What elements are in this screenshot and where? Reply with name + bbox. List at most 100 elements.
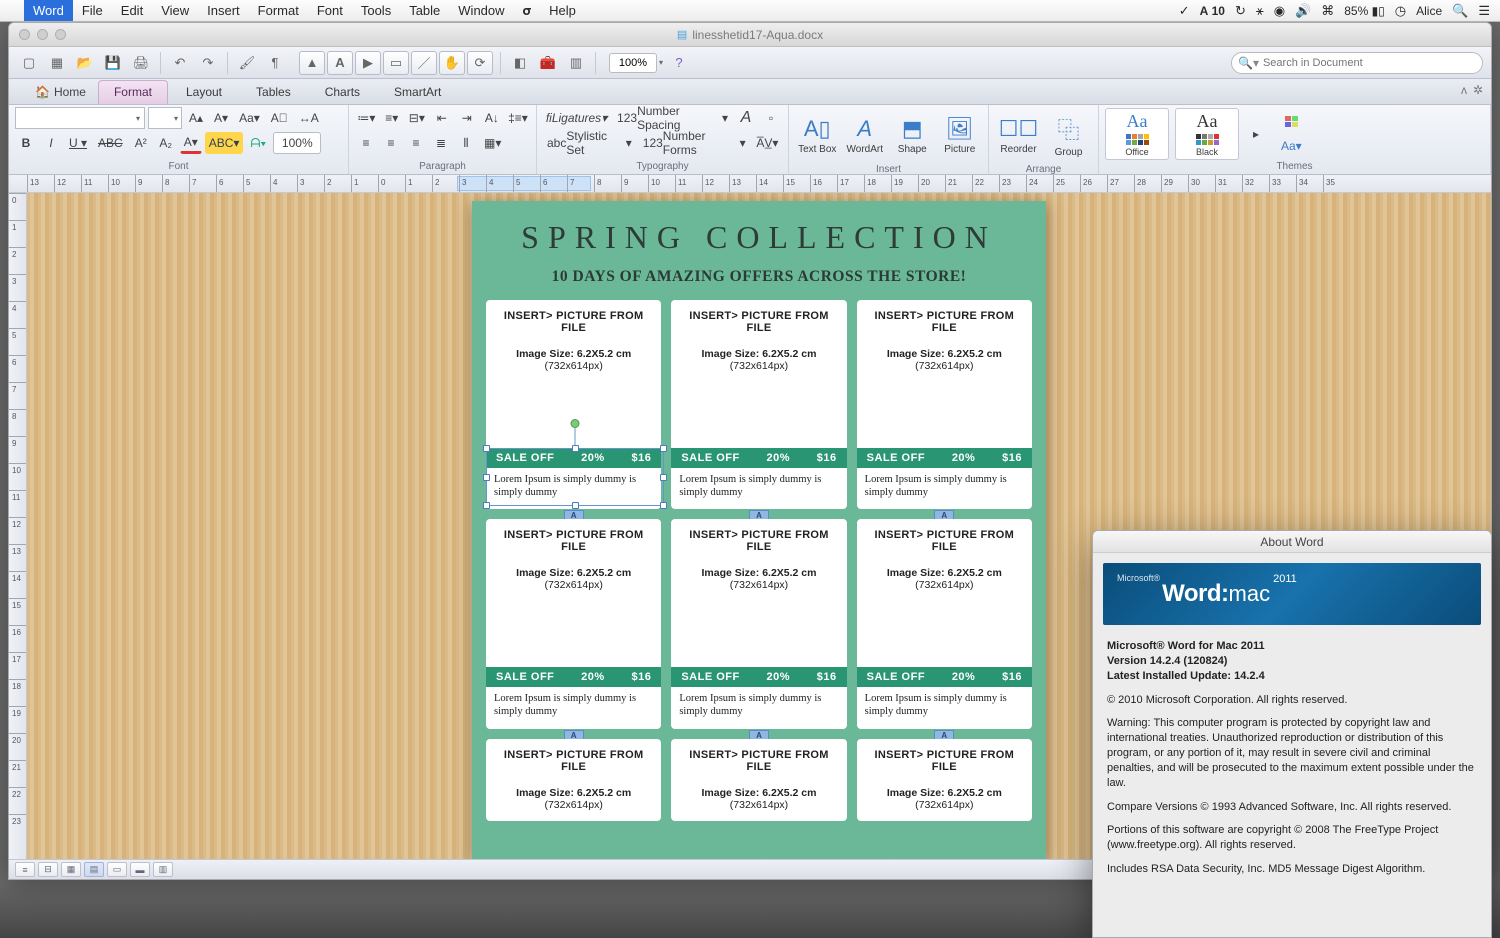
shape-tool[interactable]: ▭ [383,51,409,75]
resize-handle[interactable] [483,474,490,481]
highlight-button[interactable]: ABC▾ [205,132,244,154]
window-titlebar[interactable]: ▤ linesshetid17-Aqua.docx [9,23,1491,47]
resize-handle[interactable] [660,474,667,481]
close-button[interactable] [19,29,30,40]
toolbox-button[interactable]: 🧰 [536,51,560,75]
about-word-dialog[interactable]: About Word Microsoft® Word: mac 2011 Mic… [1092,530,1492,938]
zoom-button[interactable] [55,29,66,40]
stylistic-set-button[interactable]: abc Stylistic Set▾ [543,132,636,154]
numbering-button[interactable]: ≡▾ [381,107,403,129]
shrink-font-button[interactable]: A▾ [210,107,232,129]
menu-view[interactable]: View [152,0,198,21]
adobe-icon[interactable]: A 10 [1200,4,1225,18]
user-menu[interactable]: Alice [1416,4,1442,18]
tab-charts[interactable]: Charts [309,80,376,104]
underline-button[interactable]: U ▾ [65,132,91,154]
ribbon-settings[interactable]: ✲ [1473,83,1483,97]
theme-fonts-button[interactable]: Aa▾ [1277,135,1306,157]
reorder-button[interactable]: ☐☐Reorder [995,107,1042,163]
hand-tool[interactable]: ✋ [439,51,465,75]
shading-button[interactable]: ▦▾ [480,132,505,154]
resize-handle[interactable] [572,445,579,452]
app-menu[interactable]: Word [24,0,73,21]
templates-button[interactable]: ▦ [45,51,69,75]
resize-handle[interactable] [660,502,667,509]
bluetooth-icon[interactable]: ⚹ [1256,3,1264,19]
rotate-tool[interactable]: ⟳ [467,51,493,75]
menu-format[interactable]: Format [249,0,308,21]
view-focus[interactable]: ▬ [130,862,150,877]
view-draft[interactable]: ≡ [15,862,35,877]
textbox-button[interactable]: A▯Text Box [795,107,840,163]
view-publishing[interactable]: ▦ [61,862,81,877]
align-center-button[interactable]: ≡ [380,132,402,154]
theme-office[interactable]: Aa Office [1105,108,1169,160]
strike-button[interactable]: ABC [94,132,127,154]
dropbox-icon[interactable]: ⌘ [1321,3,1334,19]
minimize-button[interactable] [37,29,48,40]
ligatures-button[interactable]: fi Ligatures ▾ [543,107,610,129]
outdent-button[interactable]: ⇤ [431,107,453,129]
tab-home[interactable]: 🏠 Home [23,81,98,104]
themes-more[interactable]: ▸ [1245,123,1267,145]
text-effects-button[interactable]: ᗩ▾ [246,132,270,154]
menu-table[interactable]: Table [400,0,449,21]
view-web[interactable]: ▥ [153,862,173,877]
resize-handle[interactable] [483,445,490,452]
help-button[interactable]: ? [667,51,691,75]
sidebar-toggle[interactable]: ◧ [508,51,532,75]
open-button[interactable]: 📂 [73,51,97,75]
undo-button[interactable]: ↶ [168,51,192,75]
theme-colors-button[interactable] [1277,110,1306,132]
ribbon-collapse[interactable]: ʌ [1461,83,1467,97]
align-left-button[interactable]: ≡ [355,132,377,154]
line-spacing-button[interactable]: ‡≡▾ [506,107,530,129]
line-tool[interactable]: ／ [411,51,437,75]
grow-font-button[interactable]: A▴ [185,107,207,129]
theme-black[interactable]: Aa Black [1175,108,1239,160]
menu-help[interactable]: Help [540,0,585,21]
sync-icon[interactable]: ✓ [1179,3,1190,19]
clock-icon[interactable]: ◷ [1395,3,1406,19]
indent-button[interactable]: ⇥ [456,107,478,129]
product-card[interactable]: INSERT> PICTURE FROM FILEImage Size: 6.2… [671,739,846,821]
tab-smartart[interactable]: SmartArt [378,80,457,104]
menu-file[interactable]: File [73,0,112,21]
sort-button[interactable]: A↓ [481,107,503,129]
document-search[interactable]: 🔍▾ [1231,52,1483,74]
product-card[interactable]: INSERT> PICTURE FROM FILEImage Size: 6.2… [857,519,1032,728]
print-button[interactable]: 🖨 [129,51,153,75]
tab-tables[interactable]: Tables [240,80,307,104]
font-size-select[interactable]: ▾ [148,107,182,129]
change-case-button[interactable]: Aa▾ [235,107,264,129]
selection-box[interactable] [486,448,664,506]
menu-tools[interactable]: Tools [352,0,400,21]
format-painter-button[interactable]: 🖌 [235,51,259,75]
view-outline[interactable]: ⊟ [38,862,58,877]
save-button[interactable]: 💾 [101,51,125,75]
script-menu[interactable]: 𝛔 [514,0,541,21]
zoom-input[interactable] [609,53,657,73]
show-marks-button[interactable]: ¶ [263,51,287,75]
resize-handle[interactable] [572,502,579,509]
kerning-button[interactable]: A̅V̲▾ [753,132,782,154]
font-panel-button[interactable]: ▫ [760,107,782,129]
notification-icon[interactable]: ☰ [1478,3,1490,19]
justify-button[interactable]: ≣ [430,132,452,154]
view-print[interactable]: ▤ [84,862,104,877]
search-input[interactable] [1263,57,1474,69]
menu-window[interactable]: Window [449,0,513,21]
font-zoom-input[interactable] [273,132,321,154]
resize-handle[interactable] [483,502,490,509]
distribute-button[interactable]: ⫴ [455,132,477,154]
font-name-select[interactable]: ▾ [15,107,145,129]
font-styles-button[interactable]: A [735,107,757,129]
wifi-icon[interactable]: ◉ [1274,3,1285,19]
menu-edit[interactable]: Edit [112,0,152,21]
select-tool[interactable]: ▲ [299,51,325,75]
superscript-button[interactable]: A² [130,132,152,154]
product-card[interactable]: INSERT> PICTURE FROM FILEImage Size: 6.2… [486,739,661,821]
product-card[interactable]: INSERT> PICTURE FROM FILEImage Size: 6.2… [857,300,1032,509]
italic-button[interactable]: I [40,132,62,154]
menu-font[interactable]: Font [308,0,352,21]
